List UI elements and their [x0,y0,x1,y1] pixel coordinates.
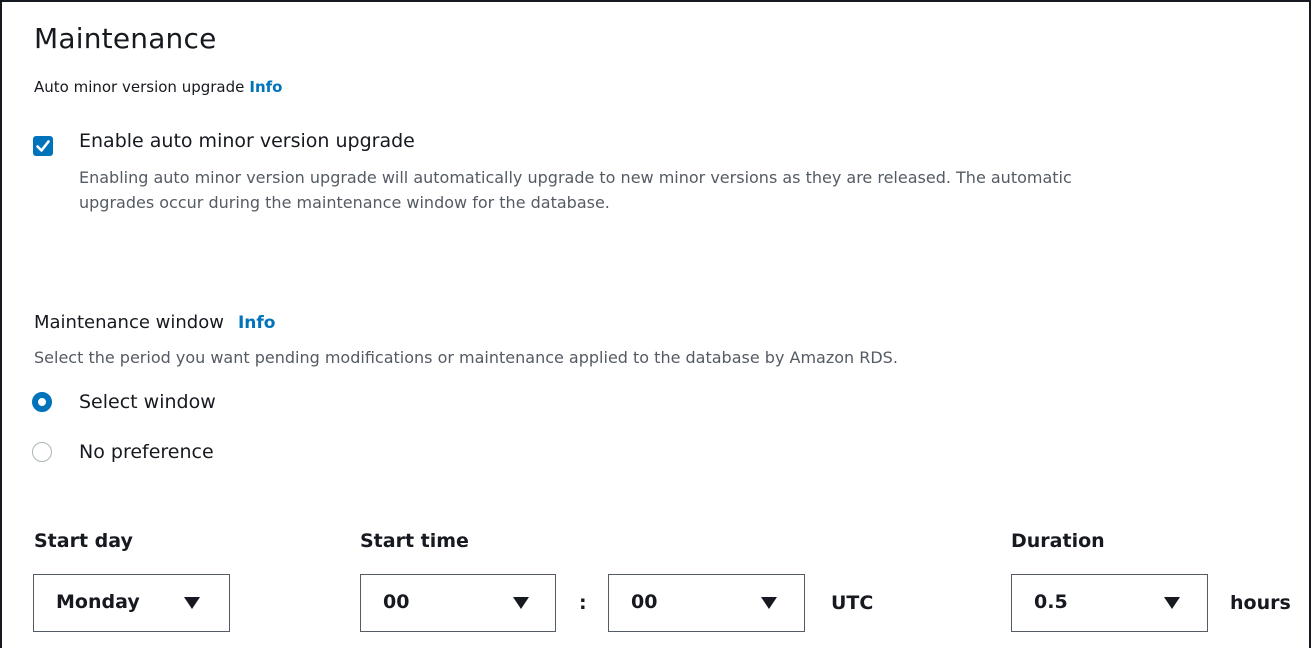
auto-upgrade-label-text: Auto minor version upgrade [34,78,245,96]
caret-down-icon [513,597,529,609]
maintenance-window-label: Maintenance window Info [34,312,275,333]
radio-selected-icon[interactable] [32,392,52,412]
duration-value: 0.5 [1034,591,1068,613]
radio-select-window[interactable]: Select window [32,389,216,415]
radio-select-window-label[interactable]: Select window [79,391,216,413]
maintenance-window-info-link[interactable]: Info [238,313,276,333]
maintenance-window-label-text: Maintenance window [34,312,224,333]
auto-upgrade-label: Auto minor version upgrade Info [34,78,282,96]
start-day-value: Monday [56,591,140,613]
caret-down-icon [184,597,200,609]
timezone-label: UTC [831,592,874,614]
duration-unit: hours [1230,592,1291,614]
start-hour-value: 00 [383,591,410,613]
start-minute-select[interactable]: 00 [608,574,805,632]
start-time-label: Start time [360,530,469,552]
start-hour-select[interactable]: 00 [360,574,556,632]
start-minute-value: 00 [631,591,658,613]
auto-upgrade-checkbox-label[interactable]: Enable auto minor version upgrade [79,130,415,152]
duration-label: Duration [1011,530,1105,552]
auto-upgrade-description: Enabling auto minor version upgrade will… [79,168,1072,212]
caret-down-icon [761,597,777,609]
time-separator: : [579,592,587,614]
start-day-label: Start day [34,530,133,552]
start-day-select[interactable]: Monday [33,574,230,632]
caret-down-icon [1164,597,1180,609]
radio-no-preference-label: No preference [79,441,214,463]
section-title: Maintenance [34,22,217,55]
maintenance-panel: Maintenance Auto minor version upgrade In… [0,0,1311,648]
auto-upgrade-checkbox[interactable] [33,136,53,156]
duration-select[interactable]: 0.5 [1011,574,1208,632]
maintenance-window-description: Select the period you want pending modif… [34,348,898,367]
auto-upgrade-info-link[interactable]: Info [249,78,282,96]
checkmark-icon [36,140,50,152]
radio-unselected-icon[interactable] [32,442,52,462]
radio-no-preference[interactable]: No preference [32,439,214,465]
